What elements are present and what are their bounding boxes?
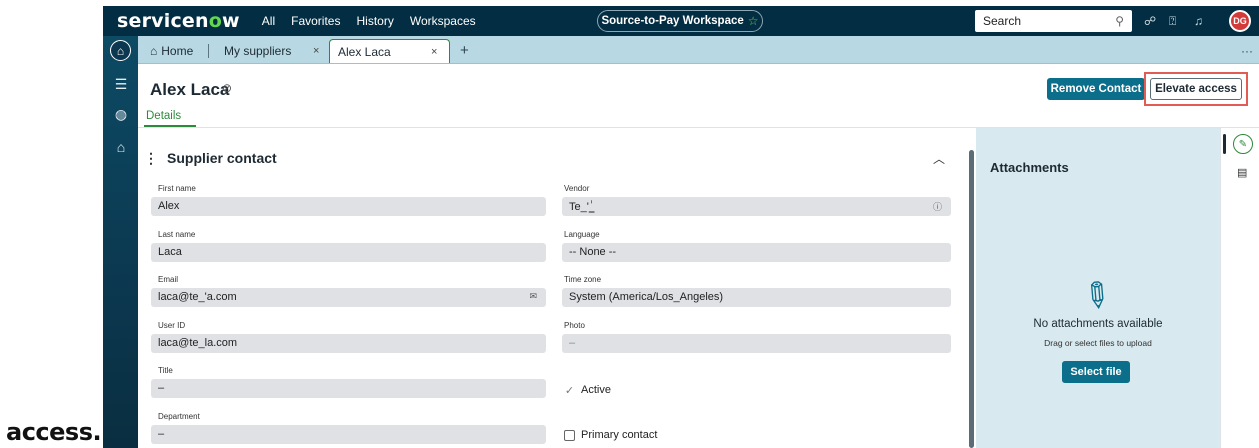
add-tab-icon[interactable]: +	[460, 42, 469, 59]
tab-alex-laca-label: Alex Laca	[338, 44, 391, 59]
photo-label: Photo	[564, 321, 585, 330]
checkbox-box	[564, 429, 575, 441]
scrollbar[interactable]	[969, 150, 974, 448]
tab-bar: ⌂ Home My suppliers × Alex Laca × + ···	[138, 36, 1259, 64]
last-name-field[interactable]: Laca	[151, 243, 546, 262]
title-field[interactable]: –	[151, 379, 546, 398]
department-label: Department	[158, 412, 200, 421]
analytics-icon[interactable]: ⌂	[111, 139, 131, 155]
tag-icon[interactable]: ⊘	[222, 81, 232, 95]
no-attachments-text: No attachments available	[1033, 318, 1163, 330]
user-id-label: User ID	[158, 321, 186, 330]
attachment-icon[interactable]: ✎	[1233, 134, 1253, 154]
nav-workspaces[interactable]: Workspaces	[410, 14, 476, 28]
rail-active-indicator	[1223, 134, 1226, 154]
last-name-value: Laca	[158, 246, 182, 258]
mail-icon[interactable]: ✉	[529, 291, 537, 302]
department-value: –	[158, 428, 165, 440]
logo-prefix: servicen	[117, 10, 209, 32]
tab-my-suppliers-label: My suppliers	[224, 44, 292, 58]
paperclip-icon: ✎	[1073, 272, 1120, 320]
last-name-label: Last name	[158, 230, 196, 239]
attachments-title: Attachments	[990, 160, 1069, 175]
first-name-label: First name	[158, 184, 196, 193]
conversations-icon[interactable]: ☍	[1144, 14, 1156, 28]
more-options-icon[interactable]: ···	[1241, 44, 1253, 58]
attachments-panel: Attachments ✎ No attachments available D…	[976, 128, 1220, 448]
active-checkbox[interactable]: ✓ Active	[564, 384, 611, 397]
workspace-pill[interactable]: Source-to-Pay Workspace ☆	[597, 10, 763, 32]
servicenow-logo[interactable]: servicenow	[117, 10, 240, 32]
language-select[interactable]: -- None --	[562, 243, 951, 262]
photo-value: –	[569, 337, 576, 349]
tab-divider	[208, 44, 209, 58]
tab-details[interactable]: Details	[146, 110, 181, 122]
select-file-button[interactable]: Select file	[1062, 361, 1130, 383]
photo-field[interactable]: –	[562, 334, 951, 353]
language-value: -- None --	[569, 246, 617, 258]
vendor-value: Te_'_ٰ	[569, 201, 595, 213]
chevron-up-icon[interactable]: ︿	[933, 150, 945, 167]
record-header: Alex Laca ⊘ Remove Contact Elevate acces…	[138, 64, 1259, 128]
list-icon[interactable]: ☰	[111, 76, 131, 93]
home-tab-icon: ⌂	[150, 44, 158, 58]
dashboard-icon[interactable]: ◍	[111, 106, 131, 123]
user-id-field[interactable]: laca@te_la.com	[151, 334, 546, 353]
section-title: Supplier contact	[167, 150, 277, 166]
first-name-field[interactable]: Alex	[151, 197, 546, 216]
remove-contact-button[interactable]: Remove Contact	[1047, 78, 1145, 100]
close-icon[interactable]: ×	[431, 46, 437, 58]
avatar[interactable]: DG	[1229, 10, 1251, 32]
active-tab-indicator	[144, 125, 196, 127]
active-label: Active	[581, 384, 611, 396]
help-icon[interactable]: ⍰	[1169, 14, 1176, 29]
top-navigation-bar: servicenow All Favorites History Workspa…	[103, 6, 1259, 36]
page-title: Alex Laca	[150, 80, 230, 99]
search-icon: ⚲	[1115, 14, 1124, 28]
nav-history[interactable]: History	[356, 14, 393, 28]
email-label: Email	[158, 275, 179, 284]
title-value: –	[158, 382, 165, 394]
notification-bell-icon[interactable]: ♫	[1194, 14, 1203, 28]
workspace-pill-label: Source-to-Pay Workspace	[601, 15, 744, 27]
department-field[interactable]: –	[151, 425, 546, 444]
left-sidebar: ⌂ ☰ ◍ ⌂	[103, 36, 138, 448]
drag-handle-icon[interactable]: ⋮	[144, 150, 158, 166]
outside-caption: access.	[6, 418, 102, 446]
tab-home[interactable]: ⌂ Home	[142, 39, 201, 63]
vendor-field[interactable]: Te_'_ٰ ⓘ	[562, 197, 951, 216]
tab-alex-laca[interactable]: Alex Laca ×	[329, 39, 450, 63]
time-zone-select[interactable]: System (America/Los_Angeles)	[562, 288, 951, 307]
home-icon[interactable]: ⌂	[110, 40, 131, 61]
vendor-label: Vendor	[564, 184, 590, 193]
right-rail: ✎ ▤	[1220, 128, 1259, 448]
nav-all[interactable]: All	[262, 14, 275, 28]
email-field[interactable]: laca@te_'a.com ✉	[151, 288, 546, 307]
nav-favorites[interactable]: Favorites	[291, 14, 340, 28]
form-area: ⋮ Supplier contact ︿ First name Alex Last…	[138, 128, 968, 448]
document-icon[interactable]: ▤	[1237, 166, 1247, 179]
language-label: Language	[564, 230, 600, 239]
primary-contact-checkbox[interactable]: Primary contact	[564, 429, 657, 441]
upload-hint: Drag or select files to upload	[1044, 338, 1152, 348]
time-zone-value: System (America/Los_Angeles)	[569, 291, 724, 303]
time-zone-label: Time zone	[564, 275, 602, 284]
title-label: Title	[158, 366, 173, 375]
search-placeholder: Search	[983, 14, 1022, 28]
first-name-value: Alex	[158, 200, 180, 212]
checkmark-icon: ✓	[564, 384, 575, 397]
logo-suffix: w	[222, 10, 240, 32]
email-value: laca@te_'a.com	[158, 291, 237, 303]
tab-home-label: Home	[161, 44, 194, 58]
primary-contact-label: Primary contact	[581, 429, 658, 441]
search-input[interactable]: Search ⚲	[975, 10, 1132, 32]
section-header: ⋮ Supplier contact	[144, 150, 277, 167]
close-icon[interactable]: ×	[313, 45, 319, 57]
logo-o: o	[208, 10, 223, 32]
info-icon[interactable]: ⓘ	[933, 200, 942, 213]
star-icon[interactable]: ☆	[748, 14, 759, 28]
tab-my-suppliers[interactable]: My suppliers ×	[216, 39, 326, 63]
elevate-access-button[interactable]: Elevate access	[1150, 78, 1242, 100]
user-id-value: laca@te_la.com	[158, 337, 238, 349]
